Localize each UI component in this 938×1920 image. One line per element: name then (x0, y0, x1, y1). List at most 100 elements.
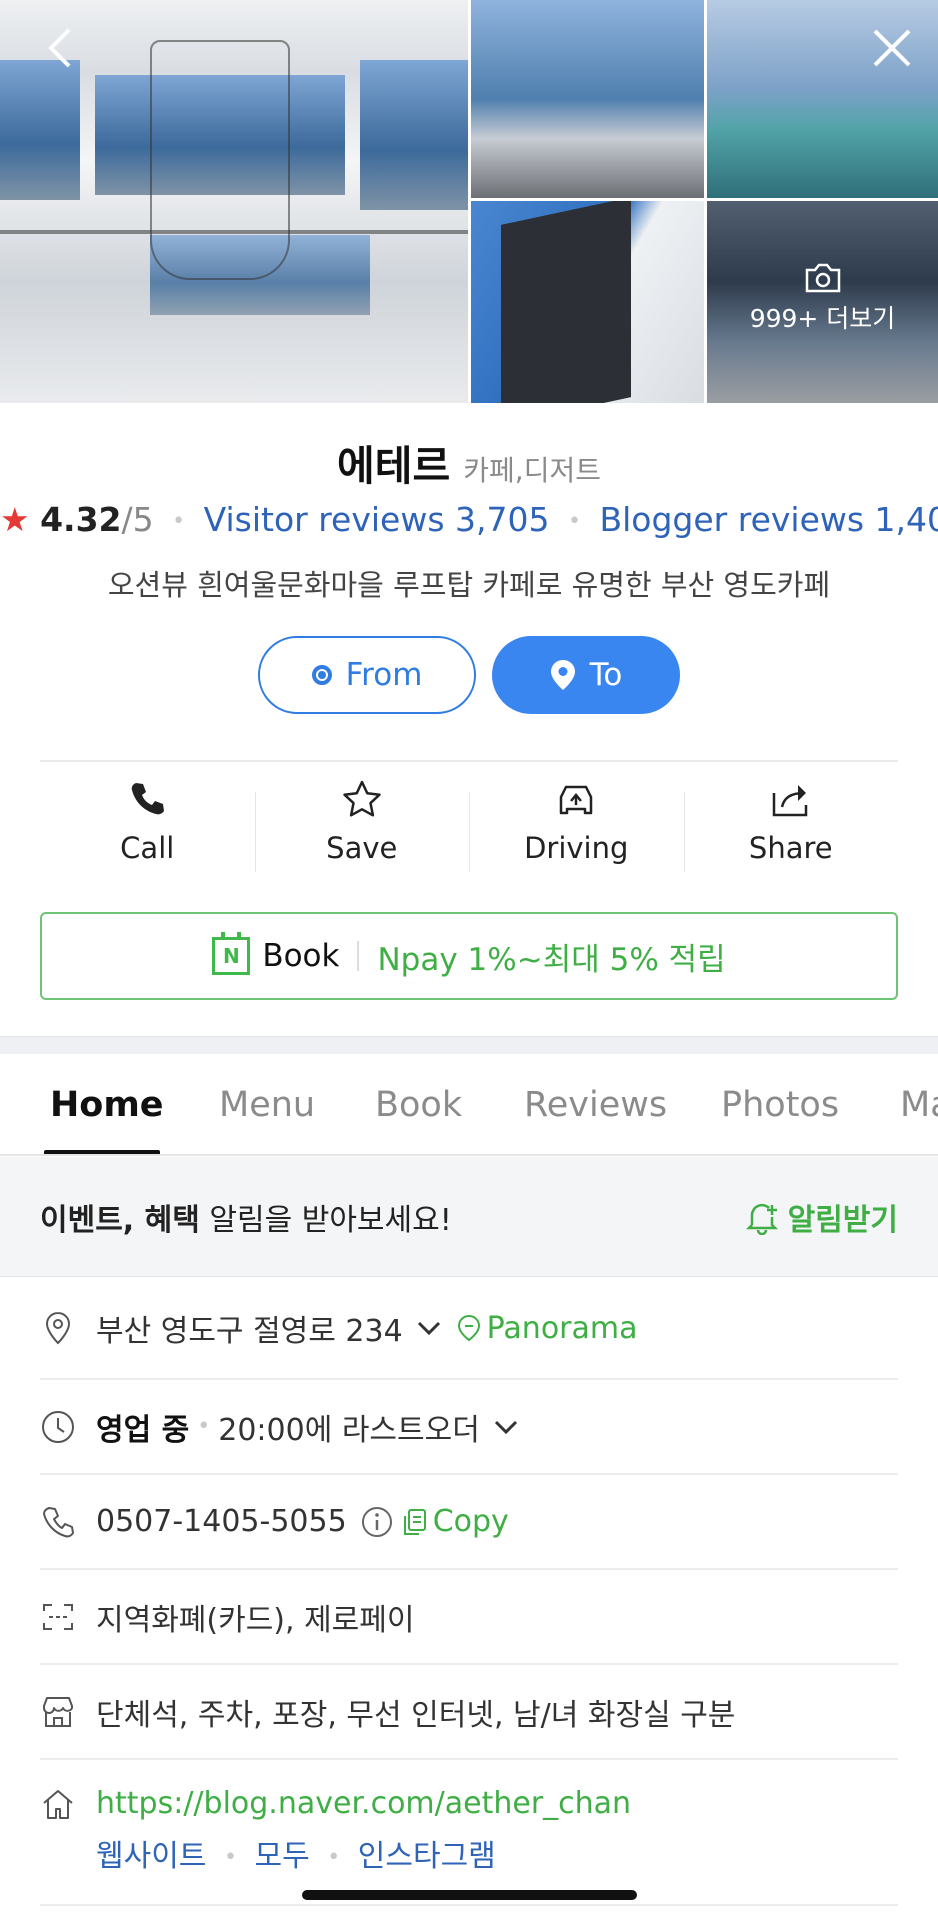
tab-bar: Home Menu Book Reviews Photos Ma (0, 1054, 938, 1156)
phone-outline-icon (43, 1506, 74, 1537)
camera-icon (805, 263, 840, 293)
rating-row: ★ 4.32/5 • Visitor reviews 3,705 • Blogg… (0, 500, 938, 539)
origin-dot-icon (311, 665, 332, 685)
notice-rest: 알림을 받아보세요! (199, 1202, 452, 1238)
call-button[interactable]: Call (40, 762, 255, 882)
divider (357, 941, 360, 971)
phone-row[interactable]: 0507-1405-5055 Copy (40, 1475, 898, 1570)
business-status: 영업 중 (96, 1412, 190, 1448)
from-label: From (345, 657, 423, 693)
share-button[interactable]: Share (683, 762, 899, 882)
scan-payment-icon (43, 1603, 73, 1630)
tab-home[interactable]: Home (50, 1054, 164, 1154)
book-label: Book (262, 938, 340, 974)
address-row[interactable]: 부산 영도구 절영로 234 Panorama (40, 1278, 898, 1380)
car-icon (560, 785, 593, 815)
share-label: Share (748, 831, 833, 865)
rating-value: 4.32 (40, 500, 122, 539)
npay-promo: Npay 1%~최대 5% 적립 (377, 941, 726, 978)
star-icon: ★ (0, 500, 30, 539)
tab-book[interactable]: Book (375, 1054, 462, 1154)
driving-button[interactable]: Driving (469, 762, 684, 882)
chevron-down-icon[interactable] (417, 1320, 441, 1336)
facilities-text: 단체석, 주차, 포장, 무선 인터넷, 남/녀 화장실 구분 (96, 1697, 736, 1733)
photo-window (0, 60, 80, 200)
active-tab-indicator (44, 1150, 160, 1154)
copy-button[interactable]: Copy (433, 1504, 509, 1539)
panorama-link[interactable]: Panorama (487, 1311, 638, 1346)
hours-row[interactable]: 영업 중 • 20:00에 라스트오더 (40, 1380, 898, 1475)
star-outline-icon (343, 780, 381, 817)
action-bar: Call Save Driving Share (40, 762, 898, 882)
website-links: https://blog.naver.com/aether_chan 웹사이트 … (96, 1786, 631, 1875)
last-order-text: 20:00에 라스트오더 (218, 1412, 480, 1448)
to-button[interactable]: To (492, 636, 680, 714)
info-icon[interactable] (361, 1506, 393, 1538)
address-text: 부산 영도구 절영로 234 (96, 1314, 403, 1349)
back-button[interactable] (30, 18, 90, 78)
facilities-row: 단체석, 주차, 포장, 무선 인터넷, 남/녀 화장실 구분 (40, 1665, 898, 1760)
instagram-link[interactable]: 인스타그램 (358, 1839, 496, 1874)
all-links[interactable]: 모두 (254, 1839, 309, 1874)
subscribe-alert-button[interactable]: 알림받기 (744, 1195, 898, 1239)
tab-reviews[interactable]: Reviews (524, 1054, 667, 1154)
chevron-down-icon[interactable] (494, 1419, 518, 1435)
chevron-left-icon (48, 28, 71, 68)
more-photos-label: 999+ 더보기 (749, 304, 896, 333)
more-photos[interactable]: 999+ 더보기 (707, 261, 938, 335)
rating-max: /5 (121, 500, 154, 539)
from-button[interactable]: From (258, 636, 476, 714)
place-description: 오션뷰 흰여울문화마을 루프탑 카페로 유명한 부산 영도카페 (107, 568, 831, 602)
payment-row: 지역화폐(카드), 제로페이 (40, 1570, 898, 1665)
tab-map[interactable]: Ma (900, 1054, 938, 1154)
phone-icon (131, 783, 165, 815)
share-icon (772, 785, 807, 817)
website-sublinks: 웹사이트 • 모두 • 인스타그램 (96, 1831, 631, 1875)
separator-dot: • (197, 1414, 211, 1439)
save-button[interactable]: Save (254, 762, 470, 882)
place-title-row: 에테르 카페,디저트 (0, 432, 938, 492)
place-name: 에테르 (337, 442, 451, 490)
photo-more[interactable]: 999+ 더보기 (707, 201, 938, 403)
website-url[interactable]: https://blog.naver.com/aether_chan (96, 1786, 631, 1821)
photo-thumb-1[interactable] (471, 0, 704, 198)
photo-gallery[interactable]: 999+ 더보기 (0, 0, 938, 403)
blogger-reviews-link[interactable]: Blogger reviews 1,400 (599, 500, 938, 539)
tab-photos[interactable]: Photos (721, 1054, 839, 1154)
store-icon (43, 1696, 73, 1727)
subscribe-alert-label: 알림받기 (787, 1202, 898, 1238)
route-buttons: From To (0, 636, 938, 714)
notice-text: 이벤트, 혜택 알림을 받아보세요! (40, 1195, 452, 1239)
booking-bar[interactable]: N Book Npay 1%~최대 5% 적립 (40, 912, 898, 1000)
bell-plus-icon (745, 1203, 778, 1235)
close-icon (873, 29, 911, 67)
separator-dot: • (223, 1845, 237, 1870)
naver-booking-icon: N (212, 932, 251, 975)
driving-label: Driving (524, 831, 629, 865)
call-label: Call (120, 831, 175, 865)
tab-menu[interactable]: Menu (219, 1054, 315, 1154)
clock-icon (42, 1410, 74, 1443)
homepage-link[interactable]: 웹사이트 (96, 1839, 206, 1874)
home-indicator[interactable] (302, 1890, 637, 1900)
copy-icon (403, 1508, 426, 1535)
notice-bold: 이벤트, 혜택 (40, 1202, 200, 1238)
close-button[interactable] (862, 18, 922, 78)
separator-dot: • (172, 509, 186, 534)
location-pin-outline-icon (45, 1311, 71, 1345)
photo-thumb-3[interactable] (471, 201, 704, 403)
visitor-reviews-link[interactable]: Visitor reviews 3,705 (204, 500, 550, 539)
photo-chandelier (150, 40, 290, 280)
photo-window (360, 60, 468, 210)
to-label: To (589, 657, 623, 693)
payment-methods: 지역화폐(카드), 제로페이 (96, 1602, 415, 1638)
website-row: https://blog.naver.com/aether_chan 웹사이트 … (40, 1760, 898, 1906)
notification-banner: 이벤트, 혜택 알림을 받아보세요! 알림받기 (0, 1157, 938, 1277)
save-label: Save (326, 831, 398, 865)
section-gap (0, 1036, 938, 1054)
separator-dot: • (327, 1845, 341, 1870)
phone-number: 0507-1405-5055 (96, 1504, 347, 1539)
place-category: 카페,디저트 (463, 454, 601, 487)
location-pin-icon (550, 660, 575, 690)
separator-dot: • (567, 509, 581, 534)
